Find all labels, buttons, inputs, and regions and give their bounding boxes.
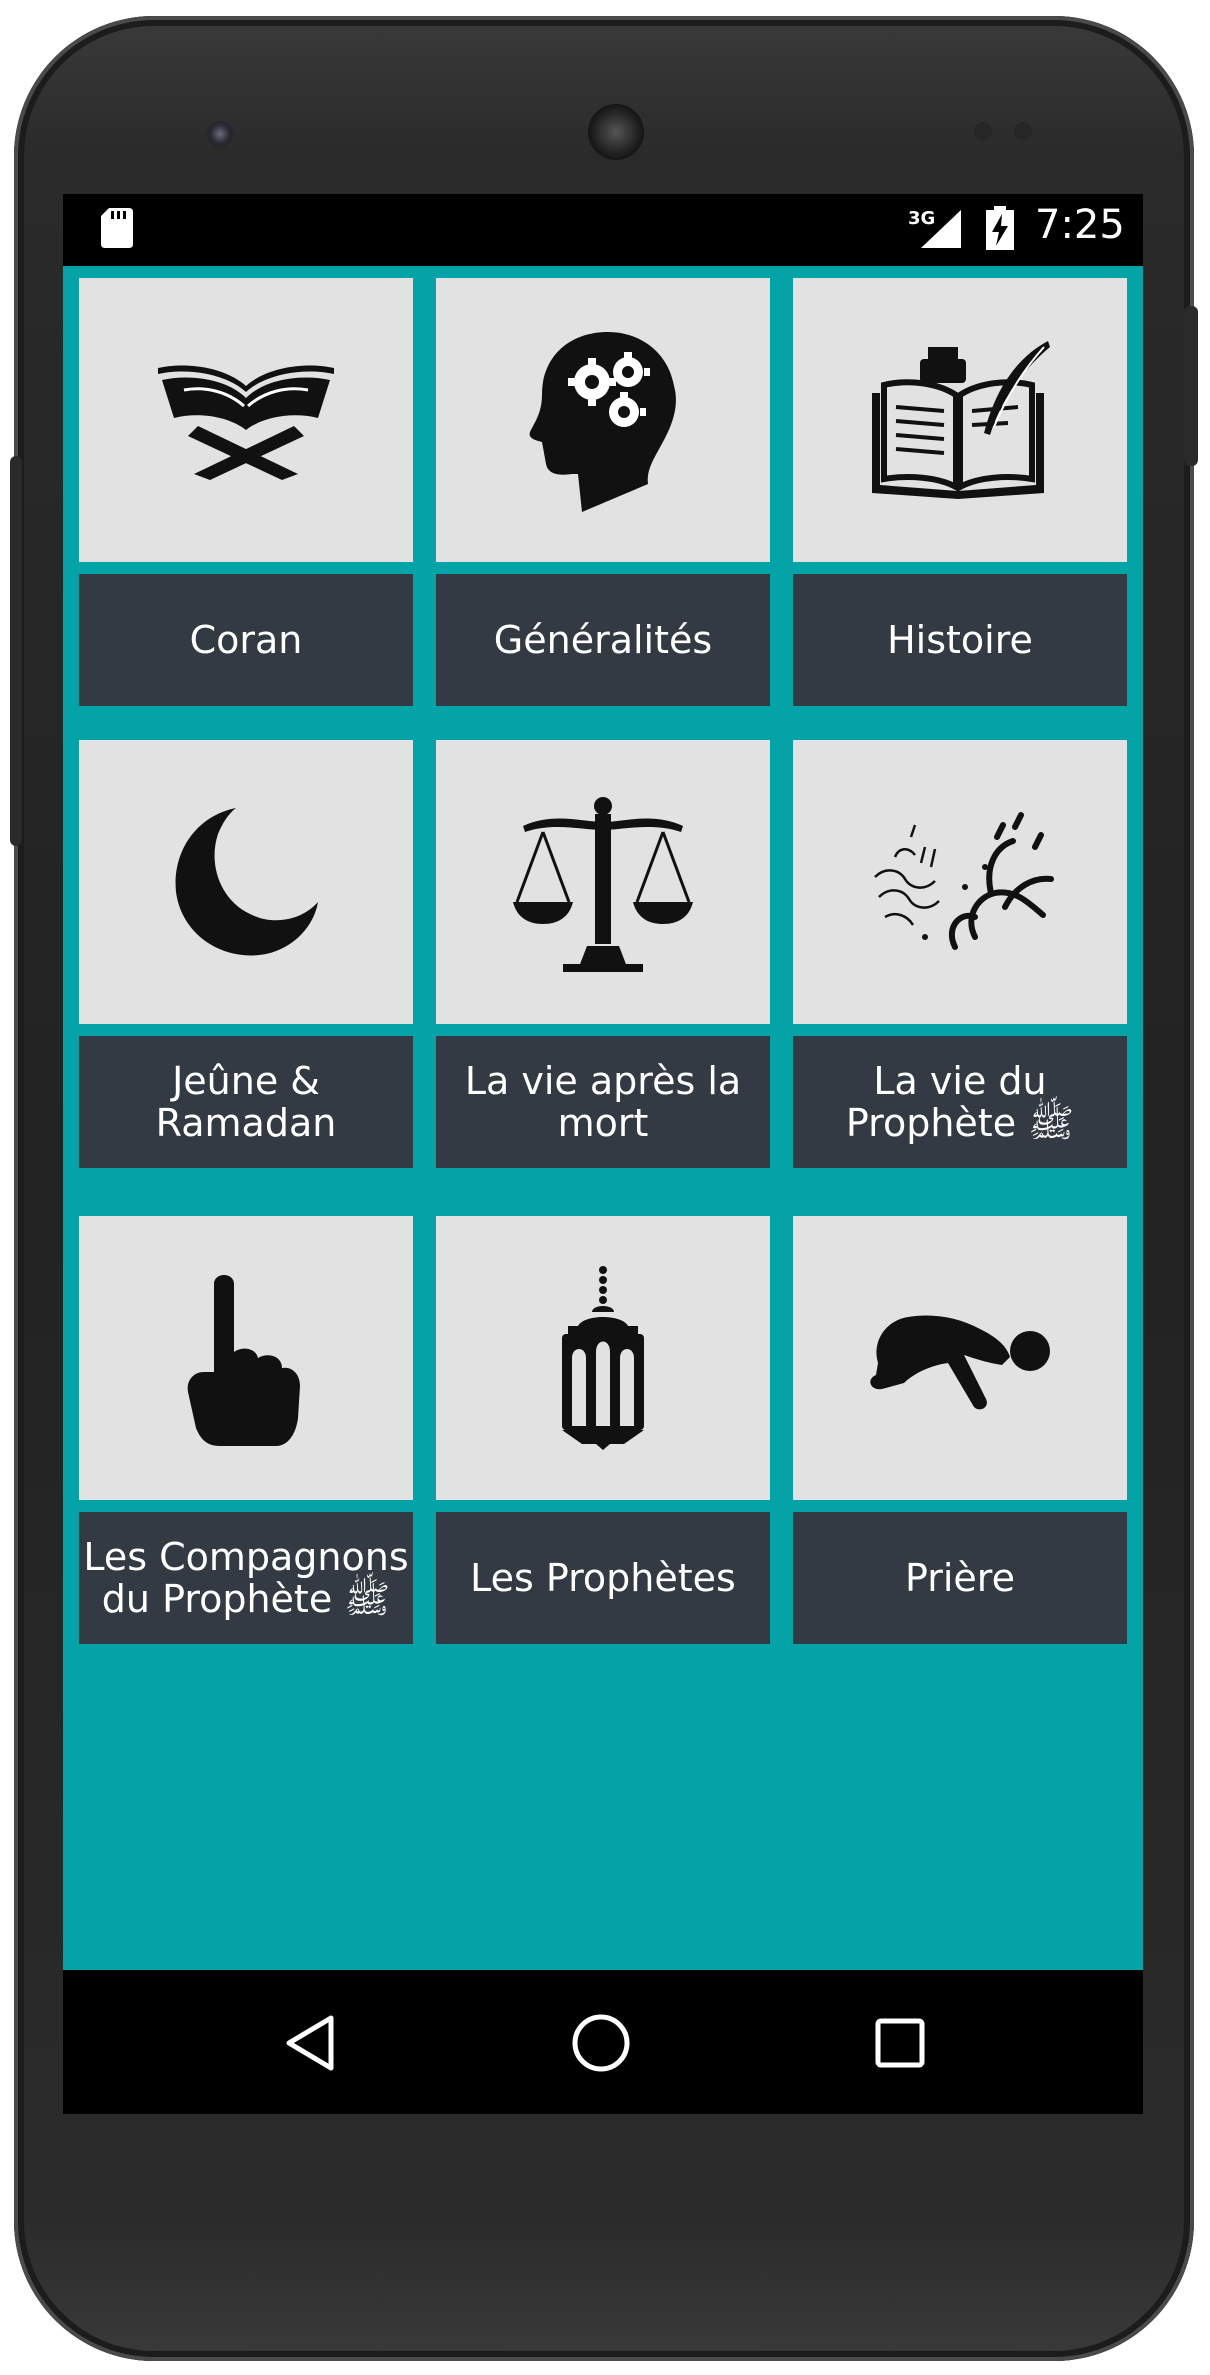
back-icon[interactable] [277,2008,347,2078]
recents-icon[interactable] [865,2008,935,2078]
light-sensor [1014,122,1032,140]
tile-label: Les Prophètes [436,1512,770,1644]
tile-label: Jeûne & Ramadan [79,1036,413,1168]
tile-image [436,740,770,1024]
tile-label: Coran [79,574,413,706]
tile-image [793,1216,1127,1500]
power-button [1184,306,1198,466]
muhammad-calligraphy-icon [874,812,1054,950]
tile-image [79,740,413,1024]
tile-label: Les Compagnons du Prophète ﷺ [79,1512,413,1644]
quran-book-icon [158,365,334,480]
tile-image [79,1216,413,1500]
battery-charging-icon [986,206,1014,250]
navigation-bar [63,1970,1143,2114]
book-quill-icon [872,341,1050,499]
prostration-icon [870,1315,1050,1410]
index-finger-icon [187,1275,300,1446]
tile-label: Prière [793,1512,1127,1644]
tile-image [79,278,413,562]
volume-rocker [10,456,22,846]
tile-image [793,278,1127,562]
tile-image [436,278,770,562]
tile-image [436,1216,770,1500]
status-bar: 3G 7:25 [63,194,1143,266]
signal-icon [921,210,961,248]
head-gears-icon [529,332,676,512]
tile-image [793,740,1127,1024]
tile-label: Histoire [793,574,1127,706]
front-camera [207,121,233,147]
tile-label: La vie du Prophète ﷺ [793,1036,1127,1168]
status-clock: 7:25 [1035,202,1125,248]
crescent-moon-icon [175,808,318,956]
screen: 3G 7:25 Coran Généralités Histoire Jeûne… [63,194,1143,2114]
lantern-icon [562,1266,644,1450]
sd-card-icon [101,208,133,248]
tile-label: La vie après la mort [436,1036,770,1168]
earpiece-speaker [588,104,644,160]
tile-label: Généralités [436,574,770,706]
scales-icon [513,797,693,972]
home-icon[interactable] [566,2008,636,2078]
proximity-sensor [974,122,992,140]
